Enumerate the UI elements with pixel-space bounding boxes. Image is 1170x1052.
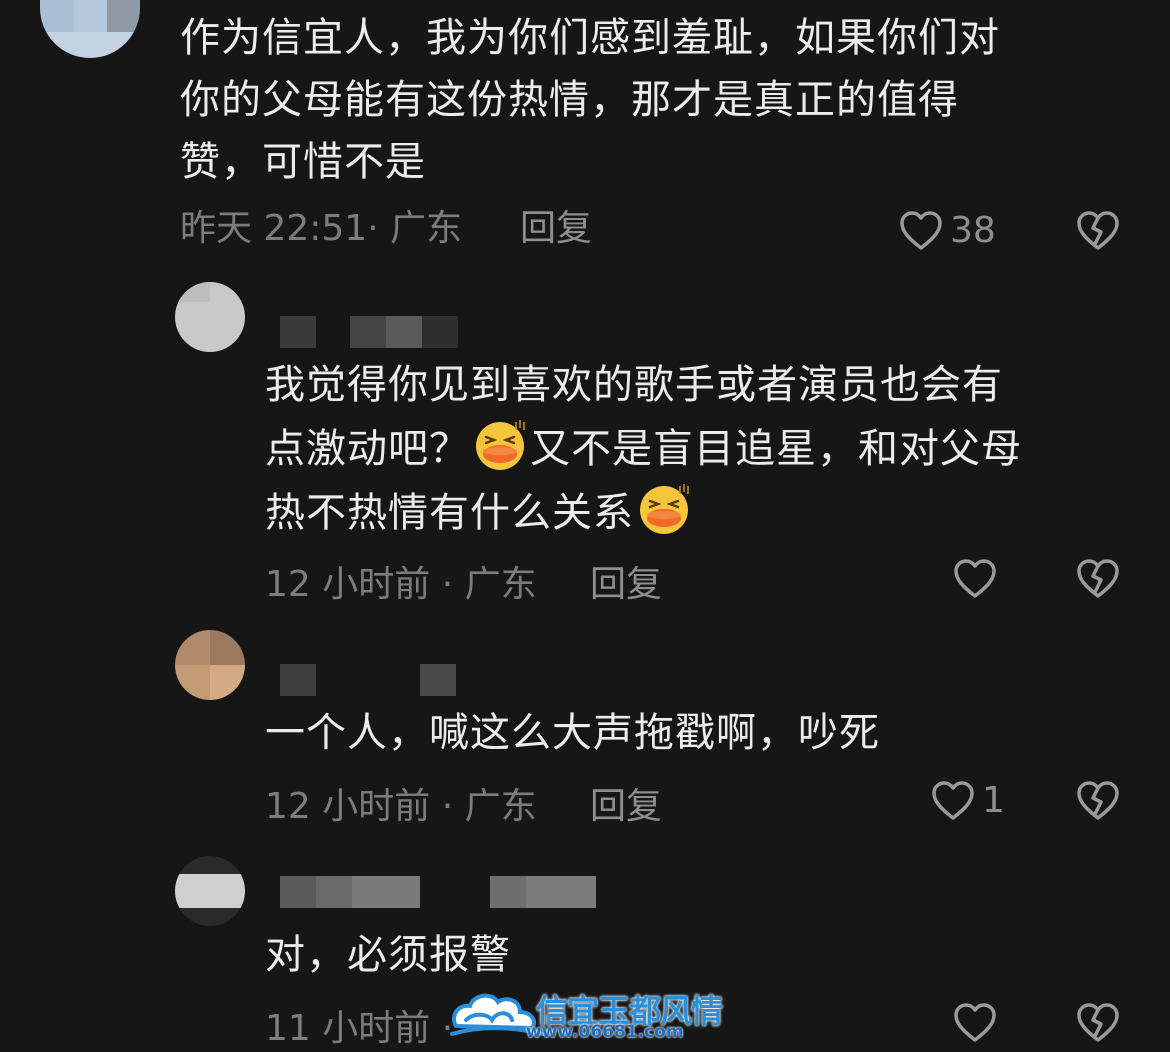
reply-time: 12 小时前 · (265, 786, 454, 827)
like-button[interactable] (952, 1000, 998, 1046)
comment-text: 作为信宜人，我为你们感到羞耻，如果你们对 你的父母能有这份热情，那才是真正的值得… (180, 15, 1000, 185)
heart-icon (952, 558, 998, 600)
reply-meta: 12 小时前 · 广东 (265, 784, 537, 830)
reply-text: 对，必须报警 (265, 932, 511, 978)
like-button[interactable] (952, 556, 998, 602)
broken-heart-icon (1076, 210, 1120, 252)
reply-location: 广东 (464, 564, 537, 605)
dislike-button[interactable] (1076, 780, 1120, 826)
reply-time: 12 小时前 · (265, 564, 454, 605)
duck-face-emoji-icon (472, 416, 528, 472)
heart-icon (930, 780, 976, 822)
broken-heart-icon (1076, 780, 1120, 822)
broken-heart-icon (1076, 558, 1120, 600)
reply-meta: 12 小时前 · 广东 (265, 562, 537, 608)
reply-time: 11 小时前 · (265, 1008, 454, 1049)
dislike-button[interactable] (1076, 210, 1120, 256)
heart-icon (952, 1002, 998, 1044)
watermark: 信宜玉都风情 www.06681.com (448, 982, 748, 1046)
reply-avatar[interactable] (175, 856, 245, 926)
reply-text: 一个人，喊这么大声拖戳啊，吵死 (265, 710, 880, 756)
like-count: 1 (982, 780, 1005, 821)
reply-button[interactable]: 回复 (590, 784, 662, 830)
comment-location: 广东 (390, 208, 463, 249)
broken-heart-icon (1076, 1002, 1120, 1044)
reply-location: 广东 (464, 786, 537, 827)
comment-meta: 昨天 22:51· 广东 (180, 206, 462, 252)
comment-thread: 作为信宜人，我为你们感到羞耻，如果你们对 你的父母能有这份热情，那才是真正的值得… (0, 0, 1170, 1052)
reply-avatar[interactable] (175, 630, 245, 700)
watermark-url: www.06681.com (526, 1022, 684, 1042)
duck-face-emoji-icon (636, 480, 692, 536)
reply-button[interactable]: 回复 (590, 562, 662, 608)
reply-meta: 11 小时前 · (265, 1006, 453, 1052)
like-button[interactable]: 1 (930, 778, 1005, 824)
dislike-button[interactable] (1076, 1002, 1120, 1048)
comment-time: 昨天 22:51· (180, 208, 379, 249)
reply-avatar[interactable] (175, 282, 245, 352)
like-button[interactable]: 38 (898, 208, 996, 254)
reply-text: 我觉得你见到喜欢的歌手或者演员也会有 点激动吧？ 又不是盲目追星，和对父母 热不热… (265, 354, 1145, 544)
dislike-button[interactable] (1076, 558, 1120, 604)
heart-icon (898, 210, 944, 252)
like-count: 38 (950, 210, 996, 251)
reply-button[interactable]: 回复 (520, 206, 592, 252)
commenter-avatar[interactable] (40, 0, 140, 58)
